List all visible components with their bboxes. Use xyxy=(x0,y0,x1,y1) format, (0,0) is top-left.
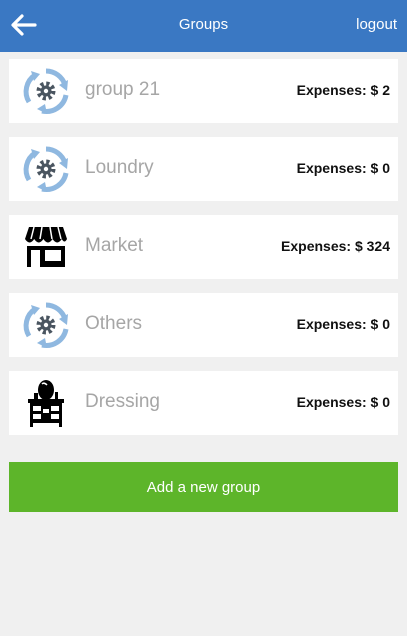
group-row[interactable]: Others Expenses: $ 0 xyxy=(9,293,398,357)
group-expenses: Expenses: $ 0 xyxy=(296,160,390,176)
cycle-gear-icon xyxy=(23,302,69,348)
group-name: Loundry xyxy=(85,157,154,178)
cycle-gear-icon xyxy=(23,146,69,192)
group-row[interactable]: Loundry Expenses: $ 0 xyxy=(9,137,398,201)
group-name: Market xyxy=(85,235,144,256)
add-group-button[interactable]: Add a new group xyxy=(9,462,398,512)
cycle-gear-icon xyxy=(23,68,69,114)
group-row[interactable]: Market Expenses: $ 324 xyxy=(9,215,398,279)
group-name: Dressing xyxy=(85,391,160,412)
group-name: group 21 xyxy=(85,79,161,100)
logout-button[interactable]: logout xyxy=(356,16,397,33)
group-expenses: Expenses: $ 324 xyxy=(281,238,390,254)
dressing-table-icon xyxy=(28,380,64,427)
group-list: group 21 Expenses: $ 2 Loundry Expenses:… xyxy=(9,59,398,449)
group-name: Others xyxy=(85,313,143,334)
page-title: Groups xyxy=(178,16,229,33)
group-expenses: Expenses: $ 2 xyxy=(296,82,390,98)
storefront-icon xyxy=(25,226,67,267)
top-bar: Groups logout xyxy=(0,0,407,52)
group-row[interactable]: Dressing Expenses: $ 0 xyxy=(9,371,398,435)
group-row[interactable]: group 21 Expenses: $ 2 xyxy=(9,59,398,123)
group-expenses: Expenses: $ 0 xyxy=(296,316,390,332)
group-expenses: Expenses: $ 0 xyxy=(296,394,390,410)
